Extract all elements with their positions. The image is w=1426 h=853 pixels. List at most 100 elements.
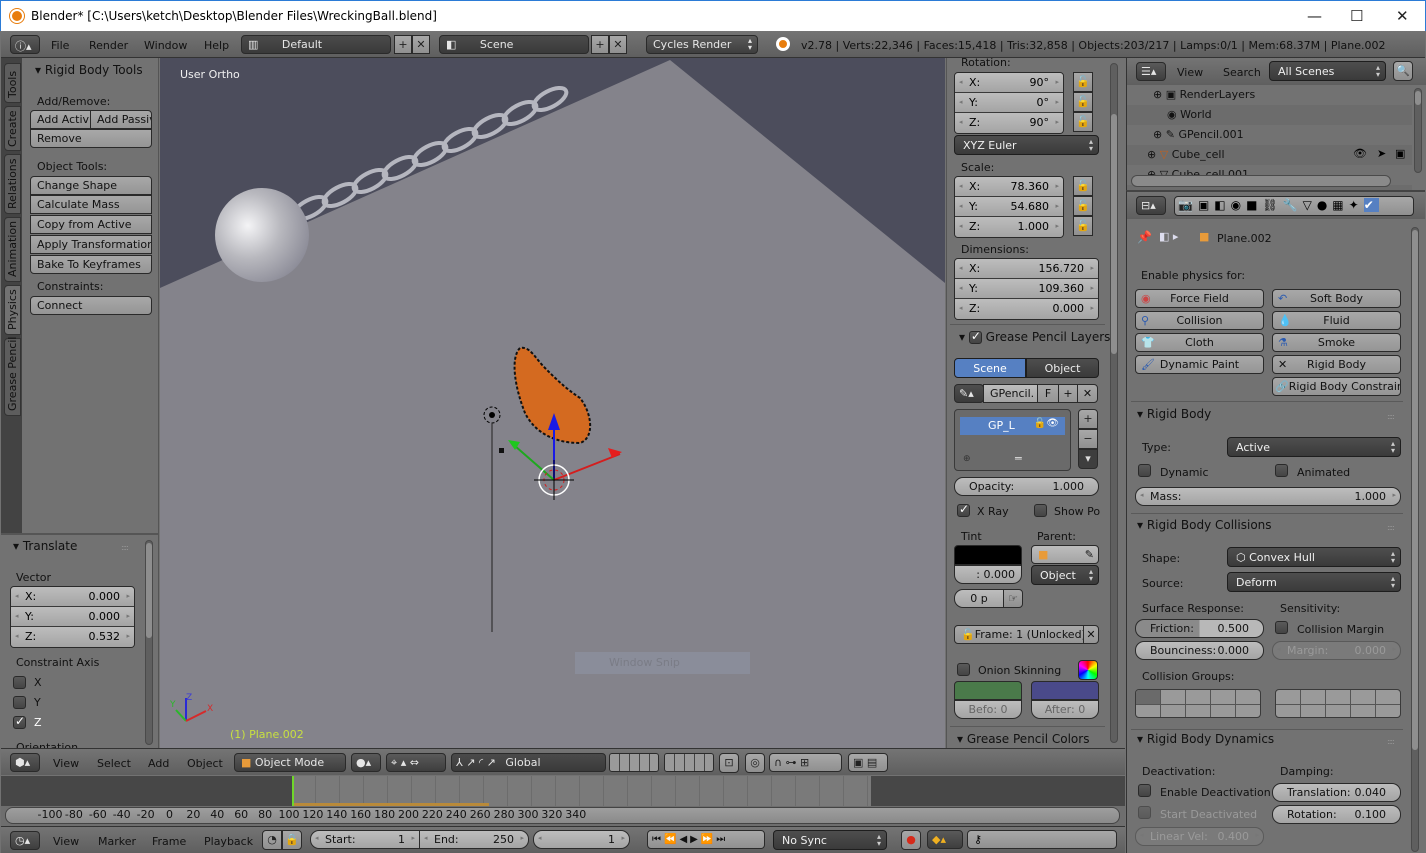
menu-object[interactable]: Object [187, 757, 223, 770]
tab-grease-pencil[interactable]: Grease Pencil [4, 337, 21, 416]
rigid-body-dynamics-header[interactable]: ▾ Rigid Body Dynamics [1137, 732, 1274, 746]
fluid-button[interactable]: 💧 Fluid [1272, 311, 1401, 330]
add-layout-icon[interactable]: + [394, 35, 412, 54]
remove-button[interactable]: Remove [30, 129, 152, 148]
rigid-body-panel-header[interactable]: ▾ Rigid Body [1137, 407, 1211, 421]
end-frame-field[interactable]: ◂ End: 250 ▸ [419, 830, 529, 849]
dimension-y-field[interactable]: ◂ Y: 109.360 ▸ [955, 279, 1098, 299]
opacity-slider[interactable]: Opacity: 1.000 [954, 477, 1099, 496]
rotation-mode-selector[interactable]: XYZ Euler ▴ ▾ [954, 135, 1099, 155]
lock-scale-x-icon[interactable]: 🔓 [1073, 176, 1093, 196]
vector-y-field[interactable]: ◂ Y: 0.000 ▸ [11, 607, 134, 627]
collision-group-active[interactable] [1136, 690, 1160, 704]
snap-group[interactable]: ∩ ⊶ ⊞ [769, 753, 842, 772]
linear-vel-field[interactable]: ◂ Linear Vel: 0.400 ▸ [1135, 827, 1264, 846]
mass-field[interactable]: ◂ Mass: 1.000 ▸ [1135, 487, 1401, 506]
rigid-body-constraint-button[interactable]: 🔗Rigid Body Constraint [1272, 377, 1401, 396]
display-mode-selector[interactable]: All Scenes ▴ ▾ [1269, 61, 1386, 81]
properties-scrollbar[interactable] [1411, 227, 1419, 852]
gp-layer-item[interactable]: GP_L 🔓👁 [960, 417, 1065, 435]
outliner-v-scrollbar[interactable] [1414, 88, 1422, 173]
dimension-x-field[interactable]: ◂ X: 156.720 ▸ [955, 259, 1098, 279]
render-camera-icon[interactable]: ▣ [1395, 147, 1405, 160]
tint-factor-field[interactable]: : 0.000 [954, 565, 1022, 584]
connect-button[interactable]: Connect [30, 296, 152, 315]
physics-tab-icon[interactable]: ✔ [1363, 198, 1379, 212]
sync-mode-selector[interactable]: No Sync ▴ ▾ [773, 830, 887, 850]
panel-rigid-body-tools-header[interactable]: ▾ Rigid Body Tools [35, 63, 143, 77]
editor-type-properties-icon[interactable]: ⊟▴ [1136, 196, 1166, 215]
outliner-item-cube-cell[interactable]: ⊕ ▽ Cube_cell [1147, 148, 1225, 161]
search-icon[interactable]: 🔍 [1393, 61, 1413, 81]
n-panel-scrollbar[interactable] [1110, 63, 1118, 743]
outliner-item-renderlayers[interactable]: ⊕ ▣ RenderLayers [1153, 88, 1255, 101]
menu-view[interactable]: View [1177, 66, 1203, 79]
rotation-x-field[interactable]: ◂ X: 90° ▸ [955, 73, 1063, 93]
timeline[interactable]: -100 -80 -60 -40 -20 0 20 40 60 80 100 120 140 160 180… [1, 776, 1125, 826]
constraint-x-checkbox[interactable] [13, 676, 26, 689]
pivot-selector[interactable]: ⌖ ▴ ⇔ [386, 753, 446, 772]
parent-field[interactable]: ■ ✎ [1031, 545, 1099, 564]
dynamic-paint-button[interactable]: 🖌 Dynamic Paint [1135, 355, 1264, 374]
menu-view[interactable]: View [53, 757, 79, 770]
drag-handle-icon[interactable]: :::: [1387, 412, 1395, 421]
transform-manipulator-group[interactable]: ⅄ ↗ ◜ ↗ Global [451, 753, 606, 772]
screen-layout-selector[interactable]: ▥ Default [241, 35, 391, 54]
collision-groups-left[interactable] [1135, 689, 1261, 718]
current-frame-field[interactable]: ◂ 1 ▸ [533, 830, 630, 849]
gp-new-icon[interactable]: + [1058, 384, 1078, 403]
change-shape-button[interactable]: Change Shape [30, 176, 152, 195]
onion-before-color[interactable] [954, 681, 1022, 700]
rotation-y-field[interactable]: ◂ Y: 0° ▸ [955, 93, 1063, 113]
keying-selector[interactable]: ◆▴ [927, 830, 963, 849]
scale-z-field[interactable]: ◂ Z: 1.000 ▸ [955, 217, 1063, 237]
outliner-item-gpencil[interactable]: ⊕ ✎ GPencil.001 [1153, 128, 1244, 141]
enable-deactivation-checkbox[interactable] [1138, 784, 1151, 797]
lock-scale-y-icon[interactable]: 🔓 [1073, 196, 1093, 216]
lock-icon[interactable]: 🔒 [282, 830, 302, 850]
proportional-edit-icon[interactable]: ◎ [745, 753, 765, 773]
start-frame-field[interactable]: ◂ Start: 1 ▸ [310, 830, 420, 849]
onion-before-field[interactable]: Befo: 0 [954, 700, 1022, 719]
translation-damping-slider[interactable]: Translation: 0.040 [1272, 783, 1401, 802]
constraint-z-checkbox[interactable] [13, 714, 26, 729]
remove-layout-icon[interactable]: ✕ [412, 35, 430, 54]
grease-pencil-colors-header[interactable]: ▾ Grease Pencil Colors [957, 732, 1089, 746]
gp-datablock-icon[interactable]: ✎▴ [954, 384, 984, 403]
rotation-damping-slider[interactable]: Rotation: 0.100 [1272, 805, 1401, 824]
margin-field[interactable]: ◂ Margin: 0.000 ▸ [1272, 641, 1401, 660]
gp-scene-tab[interactable]: Scene [954, 358, 1026, 378]
3d-viewport[interactable]: User Ortho Z Y X (1) Plane.002 Window Sn… [160, 58, 945, 748]
menu-search[interactable]: Search [1223, 66, 1261, 79]
layer-visibility-icons[interactable]: 🔓👁 [1034, 418, 1059, 429]
drag-handle-icon[interactable]: :::: [121, 543, 129, 552]
layers-grid-1[interactable] [609, 753, 659, 772]
cloth-button[interactable]: 👕 Cloth [1135, 333, 1264, 352]
lock-rotation-z-icon[interactable]: 🔓 [1073, 112, 1093, 132]
select-cursor-icon[interactable]: ➤ [1377, 147, 1386, 160]
outliner-item-world[interactable]: ◉ World [1167, 108, 1212, 121]
menu-file[interactable]: File [51, 39, 69, 52]
outliner-h-scrollbar[interactable] [1131, 175, 1391, 187]
menu-window[interactable]: Window [144, 39, 187, 52]
thickness-field[interactable]: 0 p [954, 589, 1004, 608]
constraint-y-checkbox[interactable] [13, 696, 26, 709]
lock-scale-z-icon[interactable]: 🔓 [1073, 216, 1093, 236]
pin-icon[interactable]: 📌 [1137, 230, 1152, 244]
minimize-button[interactable]: — [1307, 7, 1322, 25]
remove-layer-icon[interactable]: − [1078, 429, 1098, 449]
playback-controls[interactable]: ⏮⏪◀▶⏩⏭ [647, 830, 765, 849]
gp-fake-user-button[interactable]: F [1037, 384, 1059, 403]
gp-datablock-name[interactable]: GPencil. [983, 384, 1038, 403]
onion-skinning-checkbox[interactable] [957, 663, 970, 676]
scale-x-field[interactable]: ◂ X: 78.360 ▸ [955, 177, 1063, 197]
context-tabs[interactable]: 📷▣◧◉■⛓🔧▽●▦✦✔ [1174, 196, 1414, 216]
vector-z-field[interactable]: ◂ Z: 0.532 ▸ [11, 627, 134, 647]
add-icon[interactable]: ⊕ [963, 454, 971, 464]
show-points-checkbox[interactable] [1034, 504, 1047, 517]
onion-after-color[interactable] [1031, 681, 1099, 700]
tint-color-swatch[interactable] [954, 545, 1022, 565]
bake-to-keyframes-button[interactable]: Bake To Keyframes [30, 255, 152, 274]
keying-set-field[interactable]: ⚷ [967, 830, 1117, 849]
soft-body-button[interactable]: ↶ Soft Body [1272, 289, 1401, 308]
